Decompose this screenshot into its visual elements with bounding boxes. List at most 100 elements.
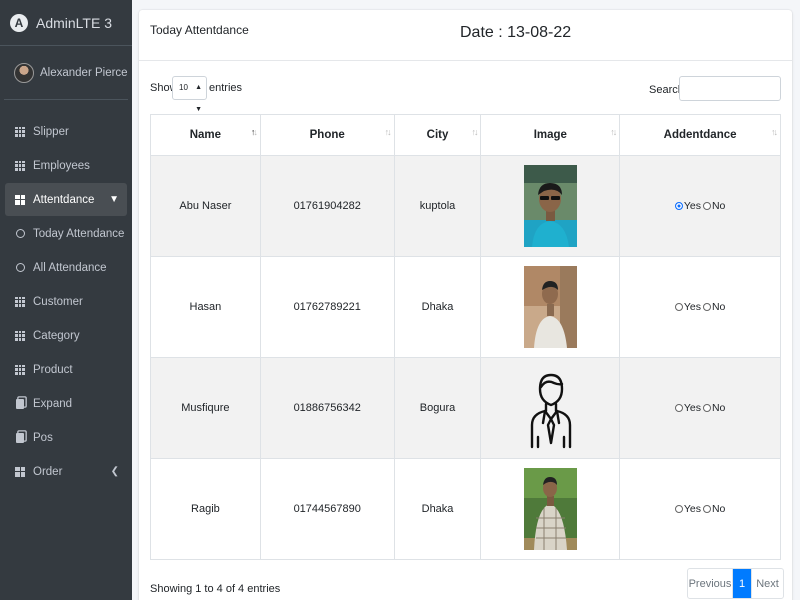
cell-city: Dhaka: [393, 458, 482, 560]
pagination: Previous 1 Next: [687, 568, 784, 599]
radio-no[interactable]: [702, 504, 711, 513]
attendance-radio-group: Yes No: [674, 200, 725, 212]
radio-no[interactable]: [702, 201, 711, 210]
sidebar-item-label: Order: [33, 465, 63, 478]
attendance-card: Today Attentdance Date : 13-08-22 Show 1…: [139, 10, 792, 600]
page-1-button[interactable]: 1: [733, 569, 751, 598]
cell-phone: 01744567890: [259, 458, 395, 560]
cell-phone: 01762789221: [259, 256, 395, 358]
cell-phone: 01761904282: [259, 155, 395, 257]
photo-man-white-shirt: [523, 266, 577, 348]
table-info: Showing 1 to 4 of 4 entries: [150, 583, 281, 595]
column-header-attendance[interactable]: Addentdance ↑↓: [619, 114, 781, 156]
circle-icon: [13, 229, 27, 238]
sidebar-item-product[interactable]: Product: [5, 353, 127, 386]
sidebar-item-label: Attentdance: [33, 193, 95, 206]
chevron-down-icon: ▼: [109, 194, 119, 205]
sidebar-item-attendance[interactable]: Attentdance ▼: [5, 183, 127, 216]
table-icon: [13, 194, 27, 205]
cell-city: Bogura: [393, 357, 482, 459]
sort-icon: ↑↓: [771, 127, 778, 137]
sidebar-item-label: Customer: [33, 295, 83, 308]
entries-select[interactable]: 10 ▲ ▼: [172, 76, 207, 113]
entries-value: 10: [179, 83, 188, 92]
brand-name: AdminLTE 3: [36, 14, 112, 31]
column-header-image[interactable]: Image ↑↓: [480, 114, 621, 156]
sidebar-item-slipper[interactable]: Slipper: [5, 115, 127, 148]
user-name: Alexander Pierce: [40, 66, 128, 79]
sidebar-item-order[interactable]: Order ❮: [5, 455, 127, 488]
attendance-radio-group: Yes No: [674, 503, 725, 515]
sidebar-item-expand[interactable]: Expand: [5, 387, 127, 420]
cell-name: Hasan: [150, 256, 261, 358]
sidebar-item-customer[interactable]: Customer: [5, 285, 127, 318]
attendance-radio-group: Yes No: [674, 301, 725, 313]
sidebar-item-label: Today Attendance: [33, 227, 125, 240]
previous-button[interactable]: Previous: [688, 569, 733, 598]
table-row: Ragib 01744567890 Dhaka Yes No: [150, 458, 781, 560]
search-input[interactable]: [679, 76, 781, 101]
cell-name: Ragib: [150, 458, 261, 560]
sidebar-item-category[interactable]: Category: [5, 319, 127, 352]
sidebar-item-label: Product: [33, 363, 73, 376]
grid-icon: [13, 160, 27, 171]
column-header-phone[interactable]: Phone ↑↓: [259, 114, 395, 156]
brand-link[interactable]: A AdminLTE 3: [0, 0, 132, 46]
card-date: Date : 13-08-22: [460, 24, 572, 41]
sort-icon: ↑↓: [250, 127, 258, 137]
sidebar-item-pos[interactable]: Pos: [5, 421, 127, 454]
grid-icon: [13, 126, 27, 137]
copy-icon: [13, 398, 27, 409]
entries-label: entries: [209, 82, 243, 94]
card-title: Today Attentdance: [150, 23, 249, 37]
attendance-table: Name ↑↓ Phone ↑↓ City ↑↓ Image ↑↓ Addentdanc…: [150, 114, 781, 560]
sidebar-item-employees[interactable]: Employees: [5, 149, 127, 182]
sidebar-item-label: Slipper: [33, 125, 69, 138]
table-row: Abu Naser 01761904282 kuptola Yes No: [150, 155, 781, 257]
person-outline-icon: [530, 373, 572, 449]
radio-no[interactable]: [702, 302, 711, 311]
sidebar-item-today-attendance[interactable]: Today Attendance: [5, 217, 127, 250]
card-header: Today Attentdance Date : 13-08-22: [139, 10, 792, 61]
photo-man-checked-shirt: [523, 468, 577, 550]
sidebar-item-label: All Attendance: [33, 261, 107, 274]
table-row: Hasan 01762789221 Dhaka Yes No: [150, 256, 781, 358]
sidebar-item-all-attendance[interactable]: All Attendance: [5, 251, 127, 284]
copy-icon: [13, 432, 27, 443]
sidebar-item-label: Category: [33, 329, 80, 342]
next-button[interactable]: Next: [751, 569, 783, 598]
attendance-radio-group: Yes No: [674, 402, 725, 414]
sidebar-nav: Slipper Employees Attentdance ▼ Today At…: [0, 100, 132, 488]
radio-yes[interactable]: [674, 302, 683, 311]
sort-icon: ↑↓: [471, 127, 478, 137]
radio-yes[interactable]: [674, 403, 683, 412]
radio-yes[interactable]: [674, 504, 683, 513]
radio-no[interactable]: [702, 403, 711, 412]
table-row: Musfiqure 01886756342 Bogura Yes No: [150, 357, 781, 459]
sidebar-item-label: Pos: [33, 431, 53, 444]
cell-phone: 01886756342: [259, 357, 395, 459]
column-header-city[interactable]: City ↑↓: [393, 114, 482, 156]
grid-icon: [13, 296, 27, 307]
user-panel[interactable]: Alexander Pierce: [4, 46, 128, 100]
column-header-name[interactable]: Name ↑↓: [150, 114, 261, 156]
table-icon: [13, 466, 27, 477]
grid-icon: [13, 330, 27, 341]
cell-city: kuptola: [393, 155, 482, 257]
photo-man-sunglasses: [523, 165, 577, 247]
circle-icon: [13, 263, 27, 272]
cell-city: Dhaka: [393, 256, 482, 358]
cell-name: Musfiqure: [150, 357, 261, 459]
cell-name: Abu Naser: [150, 155, 261, 257]
brand-logo: A: [10, 13, 28, 32]
sidebar-item-label: Employees: [33, 159, 90, 172]
table-controls: Show 10 ▲ ▼ entries Search:: [150, 76, 781, 113]
sidebar-item-label: Expand: [33, 397, 73, 410]
sort-icon: ↑↓: [384, 127, 392, 137]
sidebar: A AdminLTE 3 Alexander Pierce Slipper Em…: [0, 0, 132, 600]
radio-yes[interactable]: [674, 201, 683, 210]
sort-icon: ↑↓: [610, 127, 617, 137]
avatar: [14, 62, 34, 83]
grid-icon: [13, 364, 27, 375]
chevron-left-icon: ❮: [110, 466, 119, 477]
